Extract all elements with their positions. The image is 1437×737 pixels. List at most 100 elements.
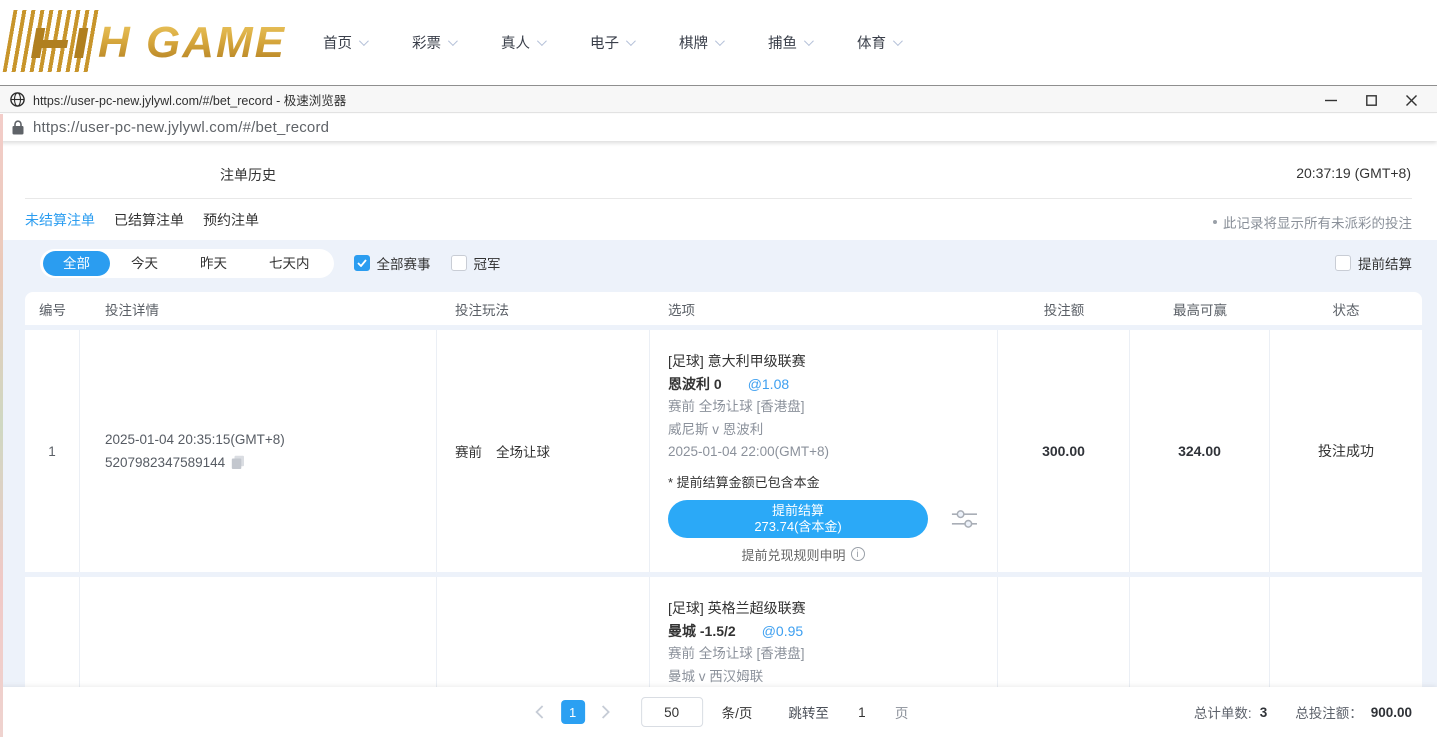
chevron-down-icon	[893, 36, 903, 46]
close-button[interactable]	[1391, 86, 1431, 114]
table-header: 编号 投注详情 投注玩法 选项 投注额 最高可赢 状态	[25, 292, 1422, 325]
record-tabs: 未结算注单 已结算注单 预约注单 此记录将显示所有未派彩的投注	[0, 199, 1437, 240]
date-option-today[interactable]: 今天	[110, 249, 179, 278]
col-header-maxwin: 最高可赢	[1130, 299, 1270, 319]
copy-icon[interactable]	[231, 455, 245, 470]
cashout-note: * 提前结算金额已包含本金	[668, 472, 979, 491]
pick-name: 曼城 -1.5/2	[668, 620, 736, 643]
early-settlement-checkbox[interactable]	[1335, 255, 1351, 271]
screen: H GAME 首页 彩票 真人 电子 棋牌	[0, 0, 1437, 737]
nav-label: 真人	[501, 32, 530, 53]
cashout-button-amount: 273.74(含本金)	[754, 519, 841, 535]
col-header-option: 选项	[650, 299, 998, 319]
next-page-button[interactable]	[595, 700, 617, 724]
page-content: 注单历史 20:37:19 (GMT+8) 未结算注单 已结算注单 预约注单 此…	[0, 141, 1437, 737]
records-section: 全部 今天 昨天 七天内 全部赛事 冠军 提前结算	[0, 240, 1437, 737]
bet-id: 5207982347589144	[105, 451, 225, 474]
cell-max-win: 324.00	[1130, 330, 1270, 572]
odds-value: @0.95	[762, 620, 803, 643]
col-header-detail: 投注详情	[80, 299, 437, 319]
main-nav: 首页 彩票 真人 电子 棋牌 捕鱼	[323, 0, 900, 85]
nav-item-cards[interactable]: 棋牌	[679, 32, 722, 53]
date-option-7days[interactable]: 七天内	[248, 249, 331, 278]
odds-value: @1.08	[748, 373, 789, 396]
play-type: 全场让球	[496, 441, 550, 461]
nav-item-live[interactable]: 真人	[501, 32, 544, 53]
maximize-button[interactable]	[1351, 86, 1391, 114]
nav-item-sports[interactable]: 体育	[857, 32, 900, 53]
nav-label: 捕鱼	[768, 32, 797, 53]
champion-checkbox-group[interactable]: 冠军	[451, 253, 501, 273]
market-type: 赛前 全场让球 [香港盘]	[668, 643, 979, 666]
date-option-all[interactable]: 全部	[43, 251, 110, 276]
logo-stripes-icon	[3, 10, 102, 72]
address-bar[interactable]: https://user-pc-new.jylywl.com/#/bet_rec…	[0, 114, 1437, 141]
early-settlement-label: 提前结算	[1358, 253, 1412, 273]
date-option-yesterday[interactable]: 昨天	[179, 249, 248, 278]
chevron-down-icon	[537, 36, 547, 46]
cell-option: [足球] 意大利甲级联赛 恩波利 0 @1.08 赛前 全场让球 [香港盘] 威…	[650, 330, 998, 572]
cashout-button[interactable]: 提前结算 273.74(含本金)	[668, 500, 928, 538]
league-name: [足球] 英格兰超级联赛	[668, 597, 979, 620]
match-teams: 威尼斯 v 恩波利	[668, 419, 979, 442]
tab-unsettled[interactable]: 未结算注单	[25, 210, 95, 230]
chevron-down-icon	[359, 36, 369, 46]
browser-titlebar[interactable]: https://user-pc-new.jylywl.com/#/bet_rec…	[0, 85, 1437, 113]
page-title: 注单历史	[220, 165, 276, 185]
total-amount-value: 900.00	[1371, 705, 1412, 720]
all-matches-checkbox[interactable]	[354, 255, 370, 271]
cell-bet-amount: 300.00	[998, 330, 1130, 572]
server-clock: 20:37:19 (GMT+8)	[1296, 165, 1411, 181]
jump-page-unit: 页	[895, 702, 909, 722]
match-teams: 曼城 v 西汉姆联	[668, 666, 979, 689]
champion-checkbox[interactable]	[451, 255, 467, 271]
site-topbar: H GAME 首页 彩票 真人 电子 棋牌	[0, 0, 1437, 85]
globe-icon	[10, 92, 25, 107]
lock-icon	[12, 120, 24, 135]
chevron-down-icon	[626, 36, 636, 46]
tab-reserved[interactable]: 预约注单	[203, 210, 259, 230]
cashout-rules-text: 提前兑现规则申明	[741, 545, 845, 564]
bets-table: 编号 投注详情 投注玩法 选项 投注额 最高可赢 状态 1 2025-01-04…	[25, 292, 1422, 737]
champion-label: 冠军	[474, 253, 501, 273]
league-name: [足球] 意大利甲级联赛	[668, 350, 979, 373]
sliders-icon[interactable]	[950, 507, 979, 531]
table-footer: 1 条/页 跳转至 页 总计单数: 3 总投注额： 900.00	[0, 687, 1437, 737]
info-icon[interactable]	[851, 547, 865, 561]
jump-page-input[interactable]	[847, 699, 877, 725]
current-page-button[interactable]: 1	[561, 700, 585, 724]
market-type: 赛前 全场让球 [香港盘]	[668, 396, 979, 419]
pick-name: 恩波利 0	[668, 373, 722, 396]
col-header-no: 编号	[25, 299, 80, 319]
tab-settled[interactable]: 已结算注单	[114, 210, 184, 230]
cashout-rules-link[interactable]: 提前兑现规则申明	[668, 545, 938, 564]
date-range-segmented: 全部 今天 昨天 七天内	[40, 249, 334, 278]
total-count-value: 3	[1260, 705, 1268, 720]
minimize-button[interactable]	[1311, 86, 1351, 114]
col-header-status: 状态	[1270, 299, 1422, 319]
page-size-input[interactable]	[641, 697, 703, 727]
nav-label: 电子	[590, 32, 619, 53]
filter-row: 全部 今天 昨天 七天内 全部赛事 冠军 提前结算	[40, 248, 1412, 278]
cell-row-number: 1	[25, 330, 80, 572]
play-phase: 赛前	[455, 441, 482, 461]
early-settlement-checkbox-group[interactable]: 提前结算	[1335, 248, 1412, 278]
nav-label: 首页	[323, 32, 352, 53]
records-note: 此记录将显示所有未派彩的投注	[1213, 212, 1412, 232]
site-logo[interactable]: H GAME	[8, 6, 286, 72]
nav-item-fishing[interactable]: 捕鱼	[768, 32, 811, 53]
nav-item-lottery[interactable]: 彩票	[412, 32, 455, 53]
cell-bet-detail: 2025-01-04 20:35:15(GMT+8) 5207982347589…	[80, 330, 437, 572]
summary-totals: 总计单数: 3 总投注额： 900.00	[1194, 687, 1412, 737]
window-title: https://user-pc-new.jylywl.com/#/bet_rec…	[33, 90, 346, 109]
page-size-unit: 条/页	[722, 702, 753, 722]
total-count-label: 总计单数:	[1194, 702, 1252, 722]
prev-page-button[interactable]	[529, 700, 551, 724]
all-matches-checkbox-group[interactable]: 全部赛事	[354, 253, 431, 273]
nav-item-slots[interactable]: 电子	[590, 32, 633, 53]
col-header-amount: 投注额	[998, 299, 1130, 319]
nav-item-home[interactable]: 首页	[323, 32, 366, 53]
nav-label: 体育	[857, 32, 886, 53]
cell-status: 投注成功	[1270, 330, 1422, 572]
address-url: https://user-pc-new.jylywl.com/#/bet_rec…	[33, 119, 329, 136]
